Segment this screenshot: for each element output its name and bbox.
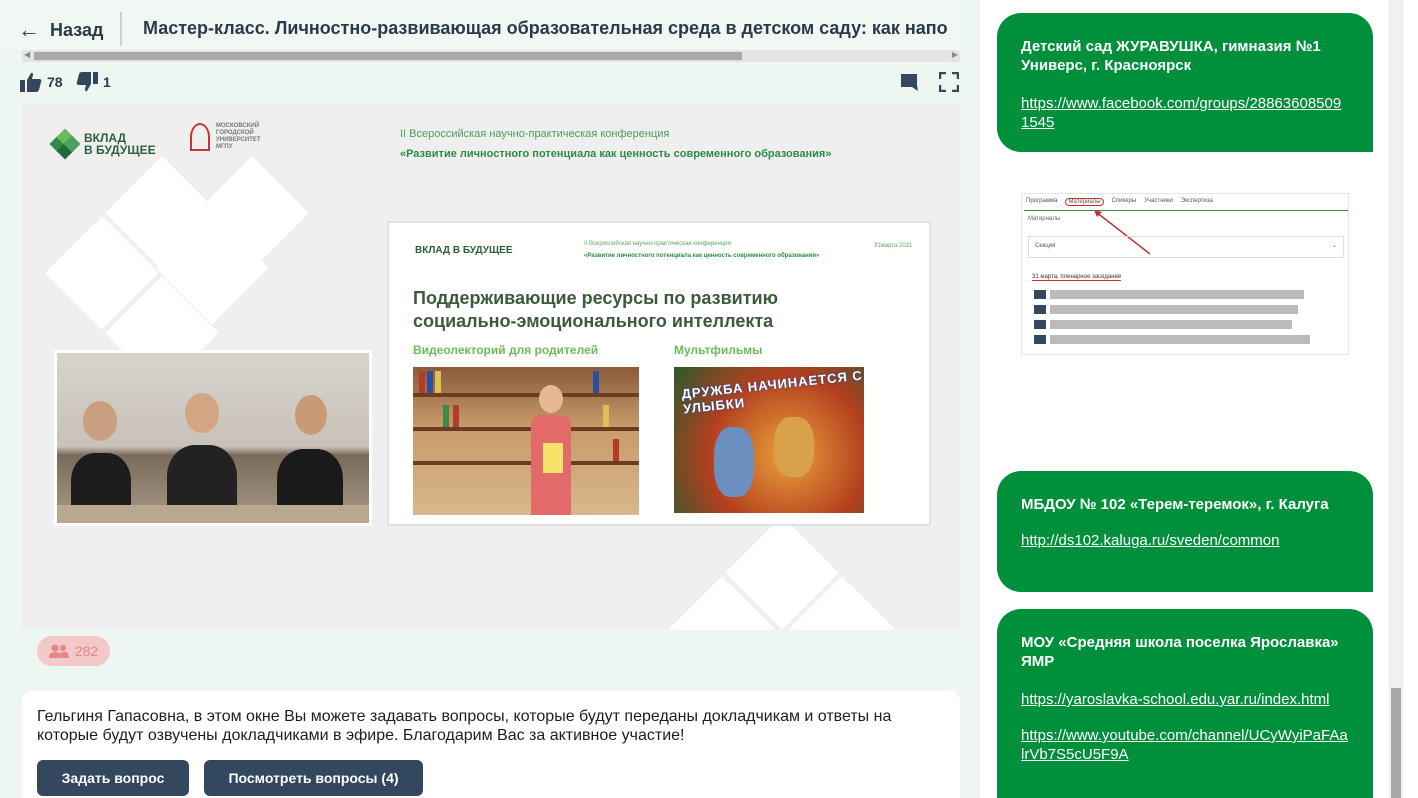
screenshot-label: Материалы — [1028, 216, 1061, 222]
presentation-slide: ВКЛАД В БУДУЩЕЕ II Всероссийская научно-… — [387, 221, 931, 526]
slide-conf-title: «Развитие личностного потенциала как цен… — [584, 253, 820, 259]
divider — [120, 12, 122, 46]
slide-date: 31марта 2021 — [874, 243, 913, 249]
back-button[interactable]: ← Назад — [18, 18, 103, 42]
viewers-count: 282 — [74, 643, 99, 659]
screenshot-tab: Материалы — [1065, 198, 1104, 206]
dislike-button[interactable]: 1 — [76, 72, 111, 92]
info-card: МБДОУ № 102 «Терем-теремок», г. Калуга h… — [997, 471, 1373, 592]
fullscreen-icon[interactable] — [938, 71, 960, 93]
thumbs-down-icon — [76, 72, 98, 92]
slide-column-1-title: Видеолекторий для родителей — [413, 343, 599, 357]
main-pane: ← Назад Мастер-класс. Личностно-развиваю… — [0, 0, 980, 798]
slide-heading-line-2: социально-эмоционального интеллекта — [413, 311, 774, 331]
chat-icon[interactable] — [900, 72, 920, 92]
screenshot-rows-header: 31 марта, пленарное заседание — [1032, 274, 1122, 281]
horizontal-scrollbar[interactable]: ◀ ▶ — [22, 50, 960, 62]
page: ← Назад Мастер-класс. Личностно-развиваю… — [0, 0, 1418, 798]
thumbs-up-icon — [20, 72, 42, 92]
screenshot-tab: Участники — [1144, 198, 1173, 204]
slide-heading: Поддерживающие ресурсы по развитию социа… — [413, 287, 778, 333]
mgpu-logo: МОСКОВСКИЙ ГОРОДСКОЙ УНИВЕРСИТЕТ МГПУ — [190, 123, 264, 151]
card-link[interactable]: http://ds102.kaluga.ru/sveden/common — [1021, 531, 1349, 550]
chevron-down-icon: ⌄ — [1331, 243, 1337, 249]
like-button[interactable]: 78 — [20, 72, 63, 92]
scroll-right-icon[interactable]: ▶ — [952, 50, 958, 59]
slide-heading-line-1: Поддерживающие ресурсы по развитию — [413, 288, 778, 308]
card-title: МБДОУ № 102 «Терем-теремок», г. Калуга — [1021, 496, 1329, 513]
video-player[interactable]: ВКЛАД В БУДУЩЕЕ МОСКОВСКИЙ ГОРОДСКОЙ УНИ… — [22, 103, 960, 630]
questions-info-text: Гельгиня Гапасовна, в этом окне Вы может… — [37, 708, 892, 744]
slide-column-2-title: Мультфильмы — [674, 343, 763, 357]
card-title: МОУ «Средняя школа поселка Ярославка» ЯМ… — [1021, 634, 1339, 670]
users-icon — [48, 644, 69, 658]
viewers-badge: 282 — [37, 636, 110, 666]
back-label: Назад — [50, 19, 104, 40]
diamond-logo-icon — [49, 128, 81, 160]
card-link[interactable]: https://yaroslavka-school.edu.yar.ru/ind… — [1021, 690, 1349, 709]
logo-text-2: В БУДУЩЕЕ — [84, 143, 156, 157]
screenshot-section: Секция — [1035, 243, 1056, 249]
cartoon-image: ДРУЖБА НАЧИНАЕТСЯ С УЛЫБКИ — [674, 367, 864, 513]
screenshot-tab: Спикеры — [1111, 198, 1137, 204]
scrollbar-thumb[interactable] — [34, 52, 742, 60]
university-logo-icon — [190, 123, 210, 151]
conference-line: II Всероссийская научно-практическая кон… — [400, 128, 670, 140]
materials-screenshot: Программа Материалы Спикеры Участники Эк… — [1021, 193, 1349, 355]
speakers-webcam — [54, 350, 372, 526]
card-link[interactable]: https://www.facebook.com/groups/28863608… — [1021, 94, 1349, 132]
questions-box: Гельгиня Гапасовна, в этом окне Вы может… — [22, 691, 960, 798]
slide-conf-line: II Всероссийская научно-практическая кон… — [584, 241, 731, 247]
card-link[interactable]: https://www.youtube.com/channel/UCyWyiPa… — [1021, 726, 1349, 764]
info-card: МОУ «Средняя школа поселка Ярославка» ЯМ… — [997, 609, 1373, 798]
arrow-left-icon: ← — [18, 17, 40, 42]
screenshot-tab: Программа — [1026, 198, 1058, 204]
video-lecture-image — [413, 367, 639, 515]
logo2-text: МОСКОВСКИЙ ГОРОДСКОЙ УНИВЕРСИТЕТ МГПУ — [216, 123, 261, 150]
scroll-left-icon[interactable]: ◀ — [24, 50, 30, 59]
top-bar: ← Назад Мастер-класс. Личностно-развиваю… — [0, 0, 960, 50]
like-count: 78 — [47, 74, 63, 90]
vertical-scrollbar[interactable] — [1389, 0, 1403, 798]
ask-question-button[interactable]: Задать вопрос — [37, 760, 189, 796]
conference-title: «Развитие личностного потенциала как цен… — [400, 148, 832, 160]
info-card: Детский сад ЖУРАВУШКА, гимназия №1 Униве… — [997, 13, 1373, 152]
scrollbar-thumb[interactable] — [1391, 688, 1401, 798]
screenshot-tab: Экспертиза — [1180, 198, 1213, 204]
vklad-logo: ВКЛАД В БУДУЩЕЕ — [49, 128, 156, 160]
cartoon-caption: ДРУЖБА НАЧИНАЕТСЯ С УЛЫБКИ — [680, 367, 864, 417]
sidebar: Детский сад ЖУРАВУШКА, гимназия №1 Униве… — [980, 0, 1418, 798]
card-title: Детский сад ЖУРАВУШКА, гимназия №1 Униве… — [1021, 38, 1321, 74]
dislike-count: 1 — [103, 74, 111, 90]
view-questions-button[interactable]: Посмотреть вопросы (4) — [204, 760, 423, 796]
slide-logo: ВКЛАД В БУДУЩЕЕ — [415, 245, 513, 256]
screenshot-select: Секция ⌄ — [1028, 236, 1344, 258]
presenter-figure — [523, 385, 579, 515]
page-title: Мастер-класс. Личностно-развивающая обра… — [143, 18, 948, 38]
